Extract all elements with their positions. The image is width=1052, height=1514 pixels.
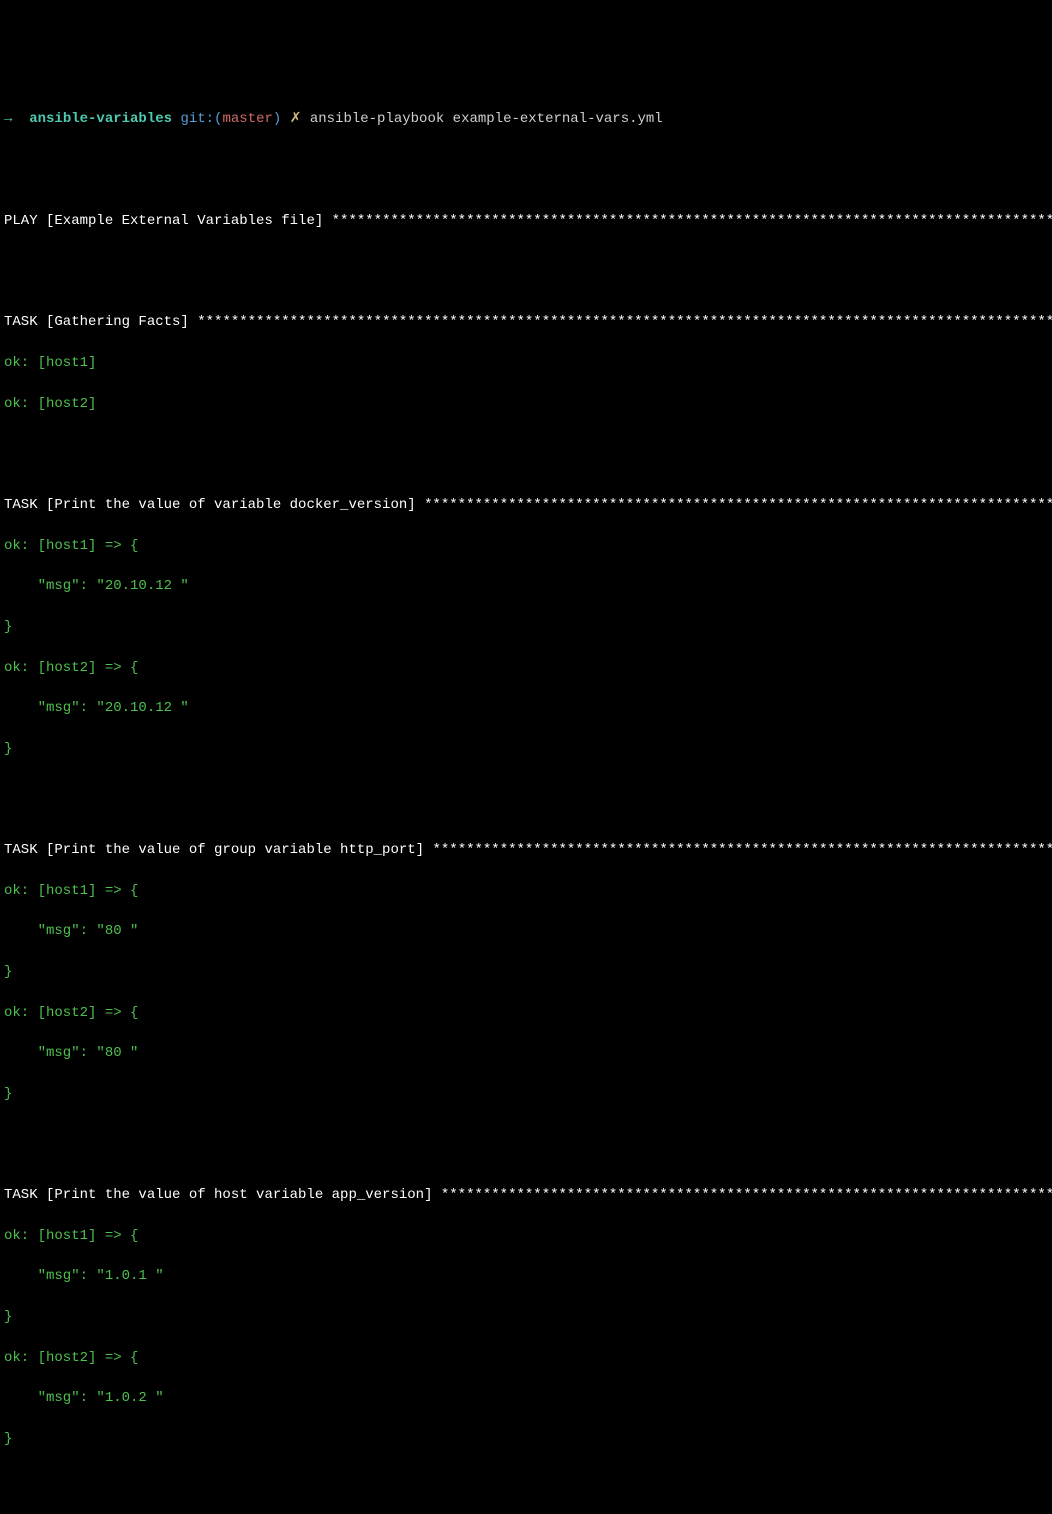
task-result-open: ok: [host2] => { (4, 1003, 1048, 1023)
star-fill: ****************************************… (197, 314, 1052, 330)
task-result-open: ok: [host1] => { (4, 536, 1048, 556)
task-header-gathering: TASK [Gathering Facts] *****************… (4, 312, 1048, 332)
star-fill: ****************************************… (432, 842, 1052, 858)
task-result-close: } (4, 1307, 1048, 1327)
dirty-mark: ✗ (290, 111, 302, 127)
task-ok-host2: ok: [host2] (4, 394, 1048, 414)
task-header-http: TASK [Print the value of group variable … (4, 840, 1048, 860)
task-result-close: } (4, 962, 1048, 982)
task-ok-host1: ok: [host1] (4, 353, 1048, 373)
prompt-dir: ansible-variables (29, 111, 172, 127)
star-fill: ****************************************… (424, 497, 1052, 513)
task-msg: "msg": "1.0.1 " (4, 1266, 1048, 1286)
task-msg: "msg": "20.10.12 " (4, 576, 1048, 596)
task-result-close: } (4, 739, 1048, 759)
task-label: TASK [Gathering Facts] (4, 314, 197, 330)
spacer (4, 150, 1048, 170)
star-fill: ****************************************… (332, 213, 1052, 229)
task-result-open: ok: [host1] => { (4, 881, 1048, 901)
spacer (4, 434, 1048, 454)
star-fill: ****************************************… (441, 1187, 1052, 1203)
prompt-arrow: → (4, 111, 12, 127)
task-result-close: } (4, 1429, 1048, 1449)
task-result-close: } (4, 617, 1048, 637)
task-msg: "msg": "80 " (4, 921, 1048, 941)
git-prefix: git:( (180, 111, 222, 127)
play-header: PLAY [Example External Variables file] *… (4, 211, 1048, 231)
task-header-docker: TASK [Print the value of variable docker… (4, 495, 1048, 515)
play-label: PLAY [Example External Variables file] (4, 213, 332, 229)
spacer (4, 779, 1048, 799)
terminal-output: → ansible-variables git:(master) ✗ ansib… (4, 89, 1048, 1514)
task-msg: "msg": "20.10.12 " (4, 698, 1048, 718)
task-result-open: ok: [host2] => { (4, 1348, 1048, 1368)
git-branch: master (222, 111, 272, 127)
spacer (4, 1124, 1048, 1144)
spacer (4, 252, 1048, 272)
task-label: TASK [Print the value of host variable a… (4, 1187, 441, 1203)
task-msg: "msg": "80 " (4, 1043, 1048, 1063)
task-result-open: ok: [host2] => { (4, 658, 1048, 678)
task-label: TASK [Print the value of variable docker… (4, 497, 424, 513)
task-label: TASK [Print the value of group variable … (4, 842, 432, 858)
task-result-close: } (4, 1084, 1048, 1104)
spacer (4, 1469, 1048, 1489)
task-result-open: ok: [host1] => { (4, 1226, 1048, 1246)
command: ansible-playbook example-external-vars.y… (310, 111, 663, 127)
prompt-line: → ansible-variables git:(master) ✗ ansib… (4, 109, 1048, 129)
task-msg: "msg": "1.0.2 " (4, 1388, 1048, 1408)
git-suffix: ) (273, 111, 281, 127)
task-header-app: TASK [Print the value of host variable a… (4, 1185, 1048, 1205)
